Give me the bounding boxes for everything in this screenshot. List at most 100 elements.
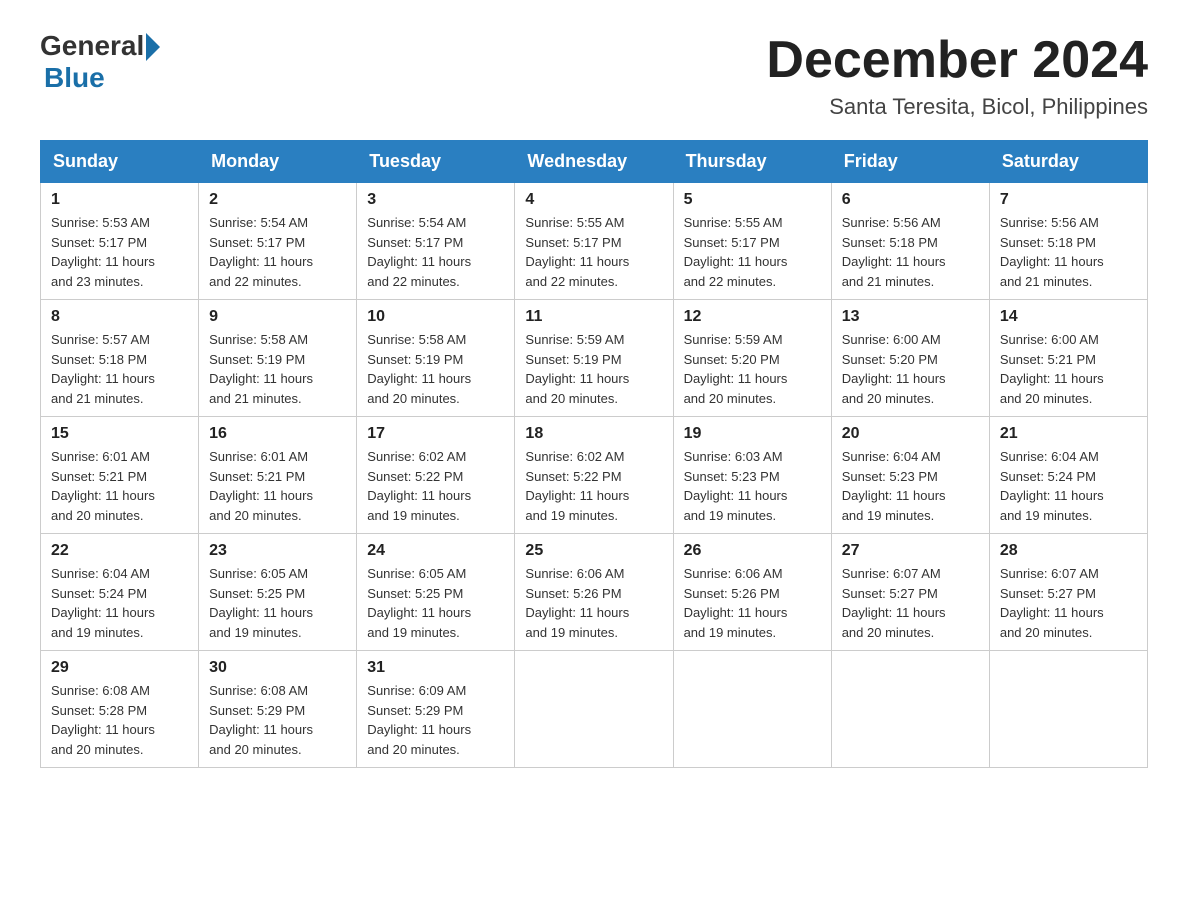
day-number: 26 [684,542,821,560]
day-info: Sunrise: 6:06 AMSunset: 5:26 PMDaylight:… [684,566,788,640]
calendar-week-row: 1 Sunrise: 5:53 AMSunset: 5:17 PMDayligh… [41,183,1148,300]
table-row: 2 Sunrise: 5:54 AMSunset: 5:17 PMDayligh… [199,183,357,300]
table-row: 15 Sunrise: 6:01 AMSunset: 5:21 PMDaylig… [41,417,199,534]
day-info: Sunrise: 6:00 AMSunset: 5:20 PMDaylight:… [842,332,946,406]
table-row: 21 Sunrise: 6:04 AMSunset: 5:24 PMDaylig… [989,417,1147,534]
day-number: 19 [684,425,821,443]
day-info: Sunrise: 6:00 AMSunset: 5:21 PMDaylight:… [1000,332,1104,406]
day-number: 27 [842,542,979,560]
day-number: 11 [525,308,662,326]
day-number: 16 [209,425,346,443]
day-info: Sunrise: 6:06 AMSunset: 5:26 PMDaylight:… [525,566,629,640]
table-row: 30 Sunrise: 6:08 AMSunset: 5:29 PMDaylig… [199,651,357,768]
day-info: Sunrise: 5:55 AMSunset: 5:17 PMDaylight:… [525,215,629,289]
day-info: Sunrise: 6:04 AMSunset: 5:24 PMDaylight:… [51,566,155,640]
day-info: Sunrise: 6:07 AMSunset: 5:27 PMDaylight:… [1000,566,1104,640]
table-row: 17 Sunrise: 6:02 AMSunset: 5:22 PMDaylig… [357,417,515,534]
header-wednesday: Wednesday [515,141,673,183]
location-subtitle: Santa Teresita, Bicol, Philippines [766,94,1148,120]
table-row [831,651,989,768]
day-number: 3 [367,191,504,209]
table-row: 9 Sunrise: 5:58 AMSunset: 5:19 PMDayligh… [199,300,357,417]
logo: General Blue [40,30,160,94]
calendar-week-row: 8 Sunrise: 5:57 AMSunset: 5:18 PMDayligh… [41,300,1148,417]
table-row: 23 Sunrise: 6:05 AMSunset: 5:25 PMDaylig… [199,534,357,651]
day-number: 31 [367,659,504,677]
table-row: 14 Sunrise: 6:00 AMSunset: 5:21 PMDaylig… [989,300,1147,417]
day-info: Sunrise: 6:05 AMSunset: 5:25 PMDaylight:… [209,566,313,640]
header-sunday: Sunday [41,141,199,183]
day-info: Sunrise: 5:57 AMSunset: 5:18 PMDaylight:… [51,332,155,406]
day-info: Sunrise: 6:08 AMSunset: 5:28 PMDaylight:… [51,683,155,757]
day-number: 13 [842,308,979,326]
day-number: 21 [1000,425,1137,443]
table-row: 10 Sunrise: 5:58 AMSunset: 5:19 PMDaylig… [357,300,515,417]
header-tuesday: Tuesday [357,141,515,183]
table-row: 20 Sunrise: 6:04 AMSunset: 5:23 PMDaylig… [831,417,989,534]
day-info: Sunrise: 6:03 AMSunset: 5:23 PMDaylight:… [684,449,788,523]
header-saturday: Saturday [989,141,1147,183]
day-info: Sunrise: 6:08 AMSunset: 5:29 PMDaylight:… [209,683,313,757]
day-number: 9 [209,308,346,326]
table-row: 3 Sunrise: 5:54 AMSunset: 5:17 PMDayligh… [357,183,515,300]
day-number: 24 [367,542,504,560]
header-monday: Monday [199,141,357,183]
day-number: 1 [51,191,188,209]
header-friday: Friday [831,141,989,183]
calendar-week-row: 15 Sunrise: 6:01 AMSunset: 5:21 PMDaylig… [41,417,1148,534]
day-info: Sunrise: 6:04 AMSunset: 5:23 PMDaylight:… [842,449,946,523]
day-info: Sunrise: 6:01 AMSunset: 5:21 PMDaylight:… [209,449,313,523]
day-info: Sunrise: 6:05 AMSunset: 5:25 PMDaylight:… [367,566,471,640]
table-row: 11 Sunrise: 5:59 AMSunset: 5:19 PMDaylig… [515,300,673,417]
table-row: 31 Sunrise: 6:09 AMSunset: 5:29 PMDaylig… [357,651,515,768]
month-title: December 2024 [766,30,1148,90]
day-info: Sunrise: 6:02 AMSunset: 5:22 PMDaylight:… [525,449,629,523]
table-row: 13 Sunrise: 6:00 AMSunset: 5:20 PMDaylig… [831,300,989,417]
day-number: 12 [684,308,821,326]
day-info: Sunrise: 5:54 AMSunset: 5:17 PMDaylight:… [367,215,471,289]
day-number: 15 [51,425,188,443]
calendar-header-row: Sunday Monday Tuesday Wednesday Thursday… [41,141,1148,183]
day-info: Sunrise: 5:55 AMSunset: 5:17 PMDaylight:… [684,215,788,289]
day-info: Sunrise: 5:54 AMSunset: 5:17 PMDaylight:… [209,215,313,289]
table-row: 25 Sunrise: 6:06 AMSunset: 5:26 PMDaylig… [515,534,673,651]
table-row: 28 Sunrise: 6:07 AMSunset: 5:27 PMDaylig… [989,534,1147,651]
logo-blue-text: Blue [44,62,105,94]
table-row: 1 Sunrise: 5:53 AMSunset: 5:17 PMDayligh… [41,183,199,300]
day-info: Sunrise: 5:59 AMSunset: 5:19 PMDaylight:… [525,332,629,406]
day-number: 6 [842,191,979,209]
table-row: 26 Sunrise: 6:06 AMSunset: 5:26 PMDaylig… [673,534,831,651]
day-info: Sunrise: 6:04 AMSunset: 5:24 PMDaylight:… [1000,449,1104,523]
day-number: 23 [209,542,346,560]
table-row: 24 Sunrise: 6:05 AMSunset: 5:25 PMDaylig… [357,534,515,651]
table-row: 19 Sunrise: 6:03 AMSunset: 5:23 PMDaylig… [673,417,831,534]
day-info: Sunrise: 6:02 AMSunset: 5:22 PMDaylight:… [367,449,471,523]
header-thursday: Thursday [673,141,831,183]
calendar-week-row: 29 Sunrise: 6:08 AMSunset: 5:28 PMDaylig… [41,651,1148,768]
table-row: 27 Sunrise: 6:07 AMSunset: 5:27 PMDaylig… [831,534,989,651]
day-info: Sunrise: 5:58 AMSunset: 5:19 PMDaylight:… [367,332,471,406]
day-number: 4 [525,191,662,209]
day-info: Sunrise: 6:09 AMSunset: 5:29 PMDaylight:… [367,683,471,757]
logo-general-text: General [40,30,144,62]
day-info: Sunrise: 5:59 AMSunset: 5:20 PMDaylight:… [684,332,788,406]
day-number: 28 [1000,542,1137,560]
day-number: 29 [51,659,188,677]
table-row: 16 Sunrise: 6:01 AMSunset: 5:21 PMDaylig… [199,417,357,534]
day-info: Sunrise: 6:07 AMSunset: 5:27 PMDaylight:… [842,566,946,640]
table-row [515,651,673,768]
day-number: 8 [51,308,188,326]
calendar-week-row: 22 Sunrise: 6:04 AMSunset: 5:24 PMDaylig… [41,534,1148,651]
day-info: Sunrise: 6:01 AMSunset: 5:21 PMDaylight:… [51,449,155,523]
day-number: 22 [51,542,188,560]
day-number: 7 [1000,191,1137,209]
day-number: 10 [367,308,504,326]
logo-arrow-icon [146,33,160,61]
day-number: 30 [209,659,346,677]
day-number: 2 [209,191,346,209]
table-row: 7 Sunrise: 5:56 AMSunset: 5:18 PMDayligh… [989,183,1147,300]
table-row [673,651,831,768]
day-info: Sunrise: 5:56 AMSunset: 5:18 PMDaylight:… [842,215,946,289]
page-header: General Blue December 2024 Santa Teresit… [40,30,1148,120]
day-info: Sunrise: 5:56 AMSunset: 5:18 PMDaylight:… [1000,215,1104,289]
